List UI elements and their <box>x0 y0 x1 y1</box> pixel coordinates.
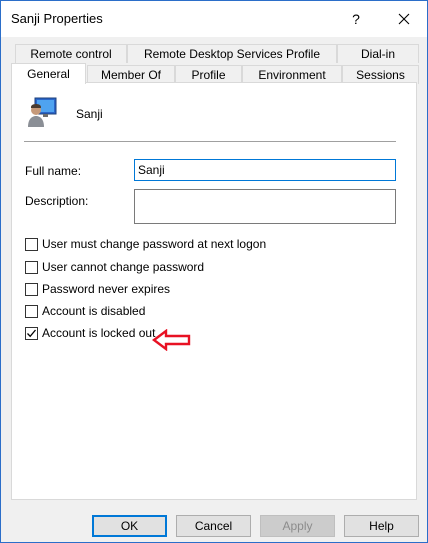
checkbox-box[interactable] <box>25 282 38 296</box>
tab-label: Remote Desktop Services Profile <box>143 47 321 61</box>
checkbox-label: User cannot change password <box>42 260 205 274</box>
window-title: Sanji Properties <box>11 11 103 26</box>
checkbox-box[interactable] <box>25 304 38 318</box>
tab-label: General <box>27 67 70 81</box>
tab-dial-in[interactable]: Dial-in <box>337 44 419 63</box>
help-button-label: Help <box>369 519 394 533</box>
checkbox-box[interactable] <box>25 326 38 340</box>
checkbox-must-change-password[interactable]: User must change password at next logon <box>25 236 266 252</box>
tab-label: Dial-in <box>360 47 395 61</box>
cancel-button-label: Cancel <box>194 519 233 533</box>
checkbox-cannot-change-password[interactable]: User cannot change password <box>25 259 204 275</box>
ok-button[interactable]: OK <box>92 515 167 537</box>
user-display-name: Sanji <box>76 107 103 121</box>
tab-label: Environment <box>258 68 326 82</box>
cancel-button[interactable]: Cancel <box>176 515 251 537</box>
close-icon <box>398 13 410 25</box>
checkbox-account-locked-out[interactable]: Account is locked out <box>25 325 155 341</box>
checkbox-label: Account is disabled <box>42 304 146 318</box>
checkmark-icon <box>27 329 36 337</box>
tab-label: Profile <box>191 68 226 82</box>
tab-general[interactable]: General <box>11 63 86 84</box>
description-label: Description: <box>25 194 89 208</box>
checkbox-box[interactable] <box>25 260 38 274</box>
checkbox-box[interactable] <box>25 237 38 251</box>
red-arrow-left-icon <box>152 329 191 351</box>
title-bar[interactable]: Sanji Properties ? <box>1 1 427 37</box>
close-button[interactable] <box>385 1 423 37</box>
help-title-button[interactable]: ? <box>337 1 375 37</box>
checkbox-account-disabled[interactable]: Account is disabled <box>25 303 145 319</box>
checkbox-label: Password never expires <box>42 282 171 296</box>
checkbox-label: User must change password at next logon <box>42 237 267 251</box>
tab-label: Remote control <box>30 47 112 61</box>
question-mark-icon: ? <box>352 11 360 27</box>
full-name-field[interactable] <box>134 159 396 181</box>
tab-label: Sessions <box>356 68 405 82</box>
description-field[interactable] <box>134 189 396 224</box>
apply-button[interactable]: Apply <box>260 515 335 537</box>
tab-remote-control[interactable]: Remote control <box>15 44 127 63</box>
tab-label: Member Of <box>100 68 161 82</box>
checkbox-password-never-expires[interactable]: Password never expires <box>25 281 170 297</box>
general-tab-panel: Sanji Full name: Description: User must … <box>11 82 417 500</box>
properties-dialog: Sanji Properties ? Remote control Remote… <box>0 0 428 543</box>
help-button[interactable]: Help <box>344 515 419 537</box>
full-name-label: Full name: <box>25 164 82 178</box>
user-account-icon <box>28 97 57 127</box>
tab-remote-desktop-services-profile[interactable]: Remote Desktop Services Profile <box>127 44 337 63</box>
checkbox-label: Account is locked out <box>42 326 156 340</box>
header-divider <box>24 141 396 142</box>
ok-button-label: OK <box>120 519 139 533</box>
apply-button-label: Apply <box>282 519 313 533</box>
